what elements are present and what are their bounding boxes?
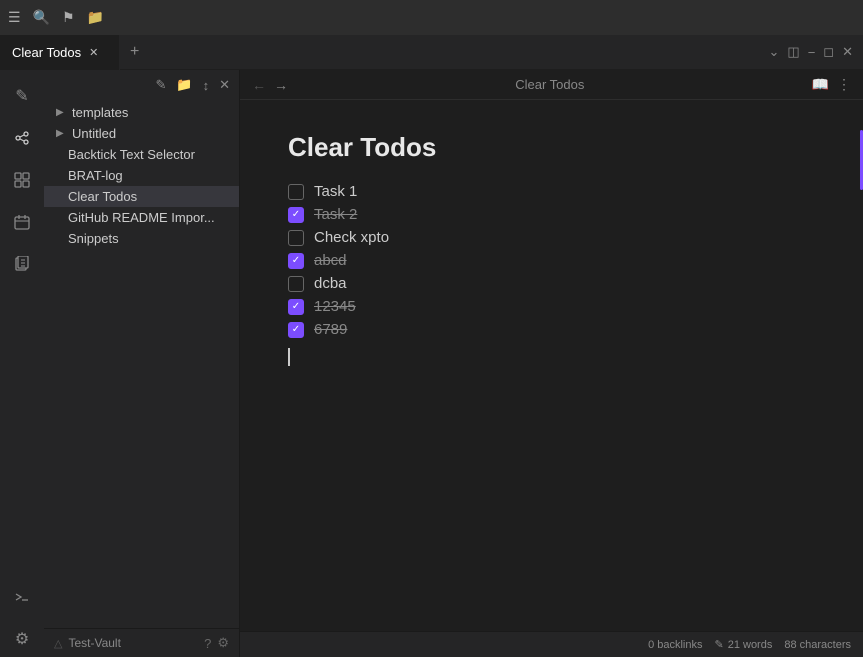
words-status: ✎ 21 words <box>714 638 772 651</box>
characters-text: 88 characters <box>784 639 851 651</box>
tab-label: Clear Todos <box>12 45 81 60</box>
todo-checkbox-0[interactable] <box>288 184 304 200</box>
todo-item-6: ✓ 6789 <box>288 321 815 338</box>
toolbar-right: 📖 ⋮ <box>812 76 851 93</box>
todo-checkbox-4[interactable] <box>288 276 304 292</box>
words-text: 21 words <box>728 639 773 651</box>
todo-label-5: 12345 <box>314 298 356 315</box>
title-bar: ☰ 🔍 ⚑ 📁 <box>0 0 863 35</box>
todo-item-4: dcba <box>288 275 815 292</box>
tree-item-github-readme[interactable]: GitHub README Impor... <box>44 207 239 228</box>
todo-label-3: abcd <box>314 252 347 269</box>
graph-icon-btn[interactable] <box>4 120 40 156</box>
files-icon-btn[interactable] <box>4 246 40 282</box>
bookmark-icon[interactable]: ⚑ <box>62 9 75 26</box>
file-tree-footer: △ Test-Vault ? ⚙ <box>44 628 239 657</box>
minimize-icon[interactable]: − <box>808 45 816 60</box>
settings-icon-btn[interactable]: ⚙ <box>4 621 40 657</box>
tab-clear-todos[interactable]: Clear Todos ✕ <box>0 35 120 70</box>
todo-label-6: 6789 <box>314 321 347 338</box>
todo-label-2: Check xpto <box>314 229 389 246</box>
sidebar-icons: ✎ <box>0 70 44 657</box>
main-layout: ✎ <box>0 70 863 657</box>
tab-controls: ⌄ ◫ − ◻ ✕ <box>769 44 863 60</box>
more-options-icon[interactable]: ⋮ <box>837 76 851 93</box>
book-open-icon[interactable]: 📖 <box>812 76 829 93</box>
title-bar-icons: ☰ 🔍 ⚑ 📁 <box>8 9 104 26</box>
tree-item-brat-log[interactable]: BRAT-log <box>44 165 239 186</box>
scroll-accent <box>859 100 863 631</box>
tree-item-snippets[interactable]: Snippets <box>44 228 239 249</box>
cursor-line <box>288 344 815 366</box>
close-window-icon[interactable]: ✕ <box>842 44 853 60</box>
split-view-icon[interactable]: ◫ <box>787 44 799 60</box>
file-tree-items: ▶ templates ▶ Untitled Backtick Text Sel… <box>44 100 239 628</box>
tab-bar: Clear Todos ✕ + ⌄ ◫ − ◻ ✕ <box>0 35 863 70</box>
arrow-icon: ▶ <box>56 128 68 139</box>
editor-toolbar: ← → Clear Todos 📖 ⋮ <box>240 70 863 100</box>
vault-name: Test-Vault <box>68 636 198 650</box>
back-button[interactable]: ← <box>252 77 266 93</box>
tab-add-button[interactable]: + <box>120 35 149 70</box>
arrow-icon: ▶ <box>56 107 68 118</box>
todo-checkbox-1[interactable]: ✓ <box>288 207 304 223</box>
editor-content[interactable]: Clear Todos Task 1 ✓ Task 2 Check xpto <box>240 100 863 631</box>
sort-btn[interactable]: ↕ <box>200 75 213 96</box>
new-folder-btn[interactable]: 📁 <box>173 74 195 96</box>
todo-item-5: ✓ 12345 <box>288 298 815 315</box>
text-cursor <box>288 348 290 366</box>
sidebar-toggle-icon[interactable]: ☰ <box>8 9 21 26</box>
settings-footer-icon[interactable]: ⚙ <box>217 635 229 651</box>
status-bar: 0 backlinks ✎ 21 words 88 characters <box>240 631 863 657</box>
tree-item-templates[interactable]: ▶ templates <box>44 102 239 123</box>
todo-label-0: Task 1 <box>314 183 357 200</box>
new-note-btn[interactable]: ✎ <box>153 74 170 96</box>
folder-icon[interactable]: 📁 <box>87 9 104 26</box>
maximize-icon[interactable]: ◻ <box>823 44 834 60</box>
todo-checkbox-3[interactable]: ✓ <box>288 253 304 269</box>
todo-checkbox-5[interactable]: ✓ <box>288 299 304 315</box>
file-tree-header: ✎ 📁 ↕ ✕ <box>44 70 239 100</box>
calendar-icon-btn[interactable] <box>4 204 40 240</box>
tab-close-icon[interactable]: ✕ <box>89 46 98 59</box>
todo-item-0: Task 1 <box>288 183 815 200</box>
new-note-icon-btn[interactable]: ✎ <box>4 78 40 114</box>
editor-area: ← → Clear Todos 📖 ⋮ Clear Todos Task 1 ✓ <box>240 70 863 657</box>
characters-status: 88 characters <box>784 639 851 651</box>
doc-title: Clear Todos <box>288 132 815 163</box>
todo-checkbox-6[interactable]: ✓ <box>288 322 304 338</box>
plugin-icon-btn[interactable] <box>4 162 40 198</box>
tree-item-untitled[interactable]: ▶ Untitled <box>44 123 239 144</box>
todo-item-1: ✓ Task 2 <box>288 206 815 223</box>
todo-checkbox-2[interactable] <box>288 230 304 246</box>
todo-label-4: dcba <box>314 275 347 292</box>
pencil-icon: ✎ <box>714 638 723 651</box>
collapse-btn[interactable]: ✕ <box>216 74 233 96</box>
file-tree: ✎ 📁 ↕ ✕ ▶ templates ▶ Untitled Backtick … <box>44 70 240 657</box>
backlinks-status[interactable]: 0 backlinks <box>648 639 702 651</box>
forward-button[interactable]: → <box>274 77 288 93</box>
terminal-icon-btn[interactable] <box>4 579 40 615</box>
editor-title: Clear Todos <box>296 77 804 92</box>
todo-item-2: Check xpto <box>288 229 815 246</box>
todo-label-1: Task 2 <box>314 206 357 223</box>
tree-item-backtick[interactable]: Backtick Text Selector <box>44 144 239 165</box>
todo-item-3: ✓ abcd <box>288 252 815 269</box>
chevron-down-icon[interactable]: ⌄ <box>769 44 780 60</box>
help-icon[interactable]: ? <box>204 636 211 651</box>
todo-list: Task 1 ✓ Task 2 Check xpto ✓ abcd <box>288 183 815 366</box>
backlinks-text: 0 backlinks <box>648 639 702 651</box>
tree-item-clear-todos[interactable]: Clear Todos <box>44 186 239 207</box>
search-icon[interactable]: 🔍 <box>33 9 50 26</box>
